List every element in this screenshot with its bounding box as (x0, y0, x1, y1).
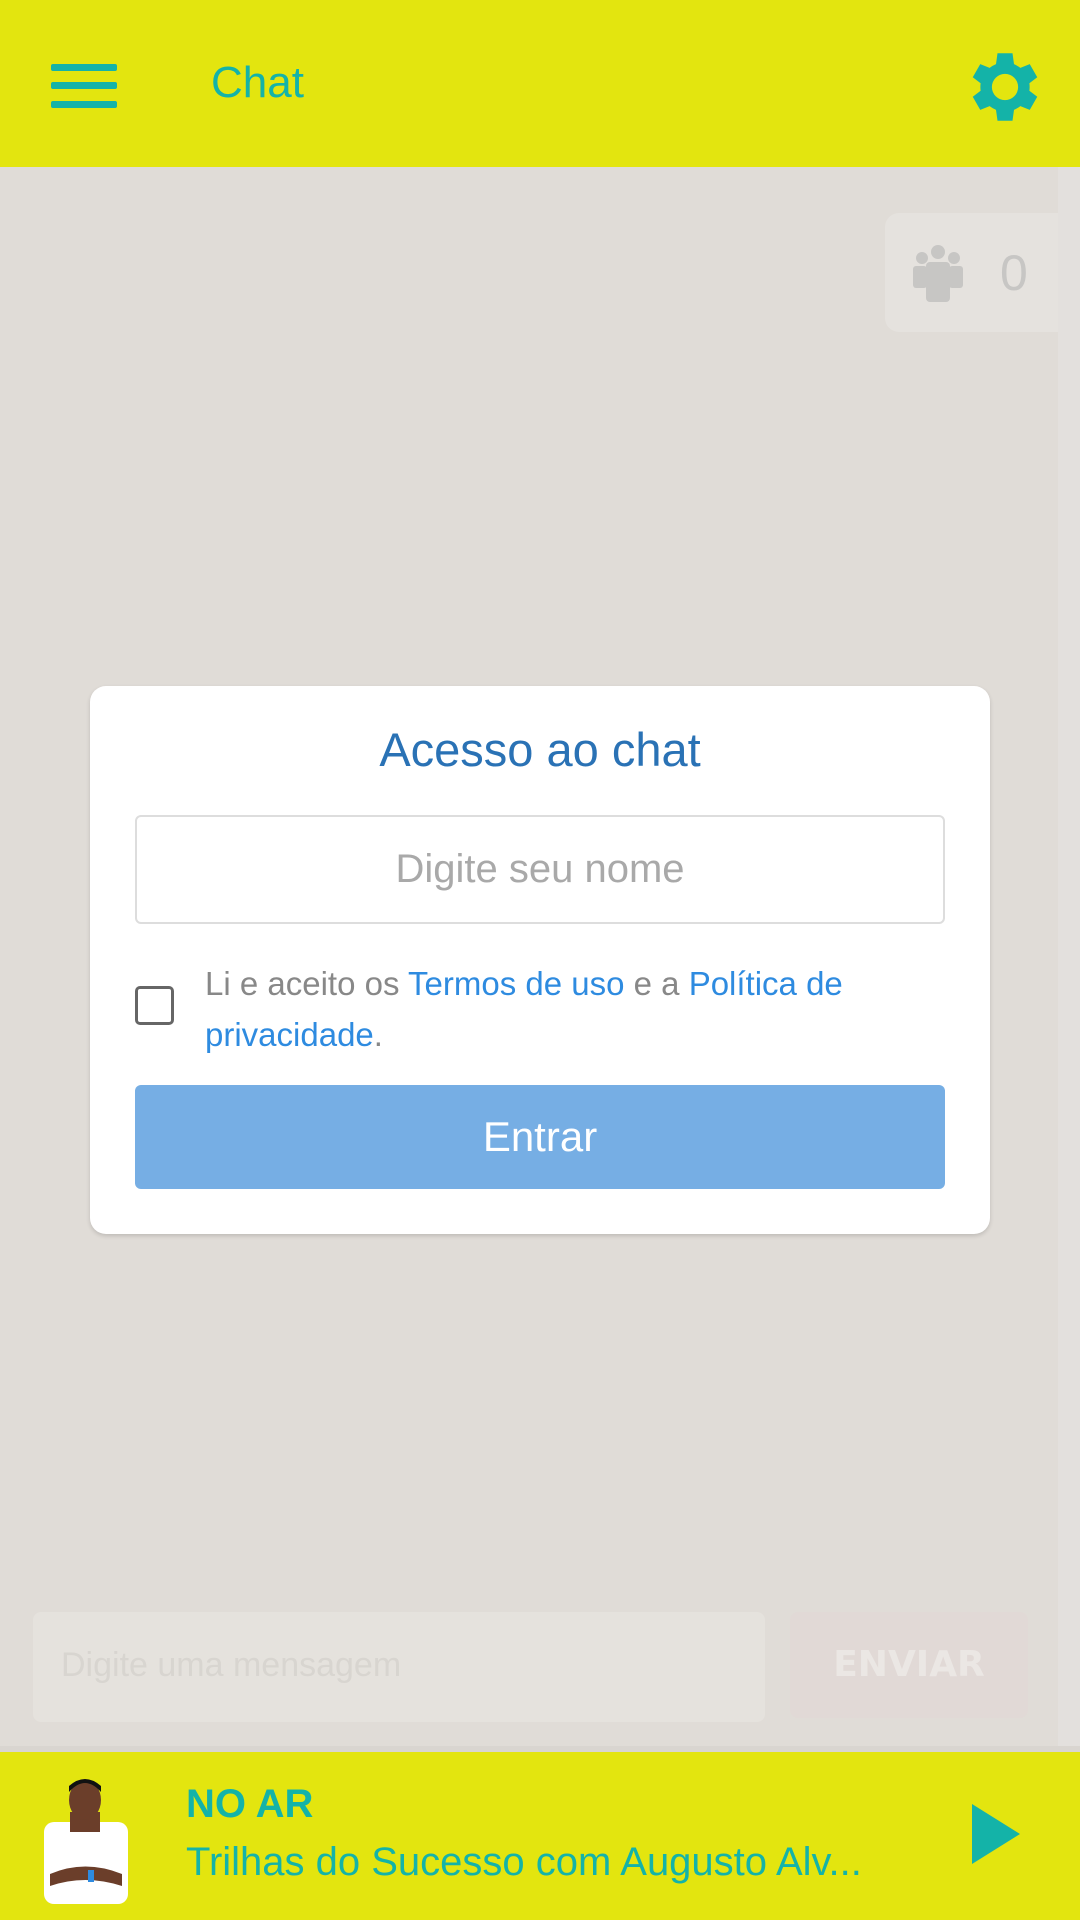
users-icon (913, 244, 963, 302)
scrollbar-track[interactable] (1058, 167, 1080, 1752)
gear-icon[interactable] (960, 42, 1050, 132)
page-title: Chat (211, 58, 304, 107)
terms-checkbox[interactable] (135, 986, 174, 1025)
message-input[interactable]: Digite uma mensagem (33, 1612, 765, 1722)
terms-suffix: . (373, 1016, 383, 1053)
enter-button[interactable]: Entrar (135, 1085, 945, 1189)
play-icon[interactable] (972, 1804, 1020, 1864)
show-title: Trilhas do Sucesso com Augusto Alv... (186, 1840, 862, 1884)
terms-middle: e a (624, 965, 689, 1002)
name-input[interactable] (135, 815, 945, 924)
host-photo (44, 1779, 128, 1904)
modal-title: Acesso ao chat (379, 723, 701, 776)
online-count: 0 (1000, 244, 1028, 301)
app-header: Chat (0, 0, 1080, 167)
now-playing-bar: NO AR Trilhas do Sucesso com Augusto Alv… (0, 1752, 1080, 1920)
online-users-badge[interactable]: 0 (885, 213, 1058, 332)
chat-access-modal: Acesso ao chat Li e aceito os Termos de … (90, 686, 990, 1234)
terms-of-use-link[interactable]: Termos de uso (408, 965, 624, 1002)
on-air-label: NO AR (186, 1782, 314, 1826)
terms-text: Li e aceito os Termos de uso e a Polític… (205, 958, 925, 1060)
terms-prefix: Li e aceito os (205, 965, 409, 1002)
send-button[interactable]: ENVIAR (790, 1612, 1028, 1718)
hamburger-icon[interactable] (51, 64, 117, 108)
